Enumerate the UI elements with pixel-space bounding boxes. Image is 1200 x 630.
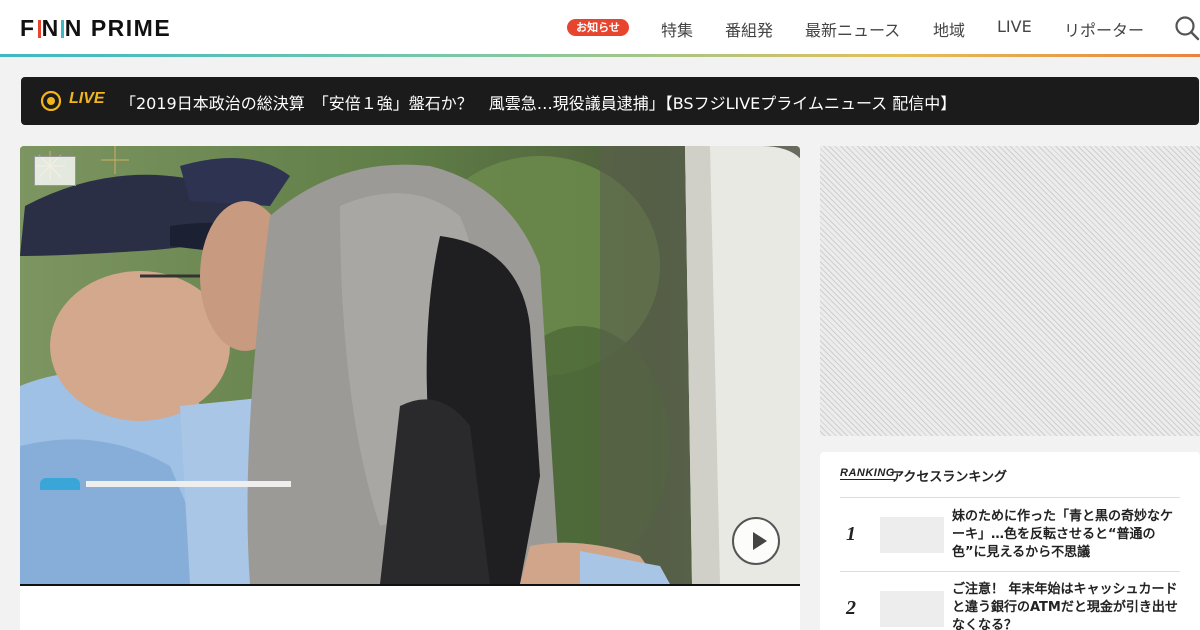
nav-item-tokushu[interactable]: 特集 <box>661 17 693 41</box>
category-tag[interactable] <box>40 478 80 490</box>
ranking-divider <box>840 497 1180 498</box>
rank-number: 1 <box>846 523 856 545</box>
play-button[interactable] <box>732 517 780 565</box>
ranking-divider <box>840 571 1180 572</box>
photo-divider <box>20 584 800 586</box>
article-card[interactable] <box>20 146 800 630</box>
rank-article-link[interactable]: 妹のために作った「青と黒の奇妙なケーキ」…色を反転させると“普通の色”に見えるか… <box>952 508 1180 562</box>
search-icon[interactable] <box>1174 15 1200 41</box>
site-logo[interactable]: F N N PRIME <box>20 15 171 42</box>
rank-number: 2 <box>846 597 856 619</box>
live-headline[interactable]: 「2019日本政治の総決算 「安倍１強」盤石か？ 風雲急…現役議員逮捕」【BSフ… <box>120 90 956 114</box>
logo-n2: N <box>64 15 83 41</box>
nav-item-region[interactable]: 地域 <box>933 17 965 41</box>
header-accent-bar <box>0 54 1200 57</box>
nav-item-live[interactable]: LIVE <box>997 17 1032 36</box>
nav-item-reporter[interactable]: リポーター <box>1064 17 1144 41</box>
nav-item-bangumi[interactable]: 番組発 <box>725 17 773 41</box>
logo-f: F <box>20 15 36 41</box>
logo-prime: PRIME <box>90 15 172 41</box>
live-label: LIVE <box>69 90 105 107</box>
ranking-label-en: RANKING <box>840 467 895 480</box>
ad-placeholder[interactable] <box>820 146 1200 436</box>
live-eye-icon <box>40 91 62 111</box>
nav-item-latest-news[interactable]: 最新ニュース <box>805 17 900 41</box>
logo-stripe <box>60 19 64 38</box>
logo-n1: N <box>41 15 60 41</box>
notice-badge[interactable]: お知らせ <box>567 19 629 36</box>
tag-placeholder-line <box>86 481 291 487</box>
rank-thumbnail[interactable] <box>880 517 944 553</box>
rank-article-link[interactable]: ご注意！ 年末年始はキャッシュカードと違う銀行のATMだと現金が引き出せなくなる… <box>952 581 1180 630</box>
logo-stripe <box>37 19 41 38</box>
broadcaster-logo-icon <box>34 156 76 186</box>
ranking-title: アクセスランキング <box>891 470 1007 485</box>
rank-thumbnail[interactable] <box>880 591 944 627</box>
article-photo[interactable] <box>20 146 800 584</box>
